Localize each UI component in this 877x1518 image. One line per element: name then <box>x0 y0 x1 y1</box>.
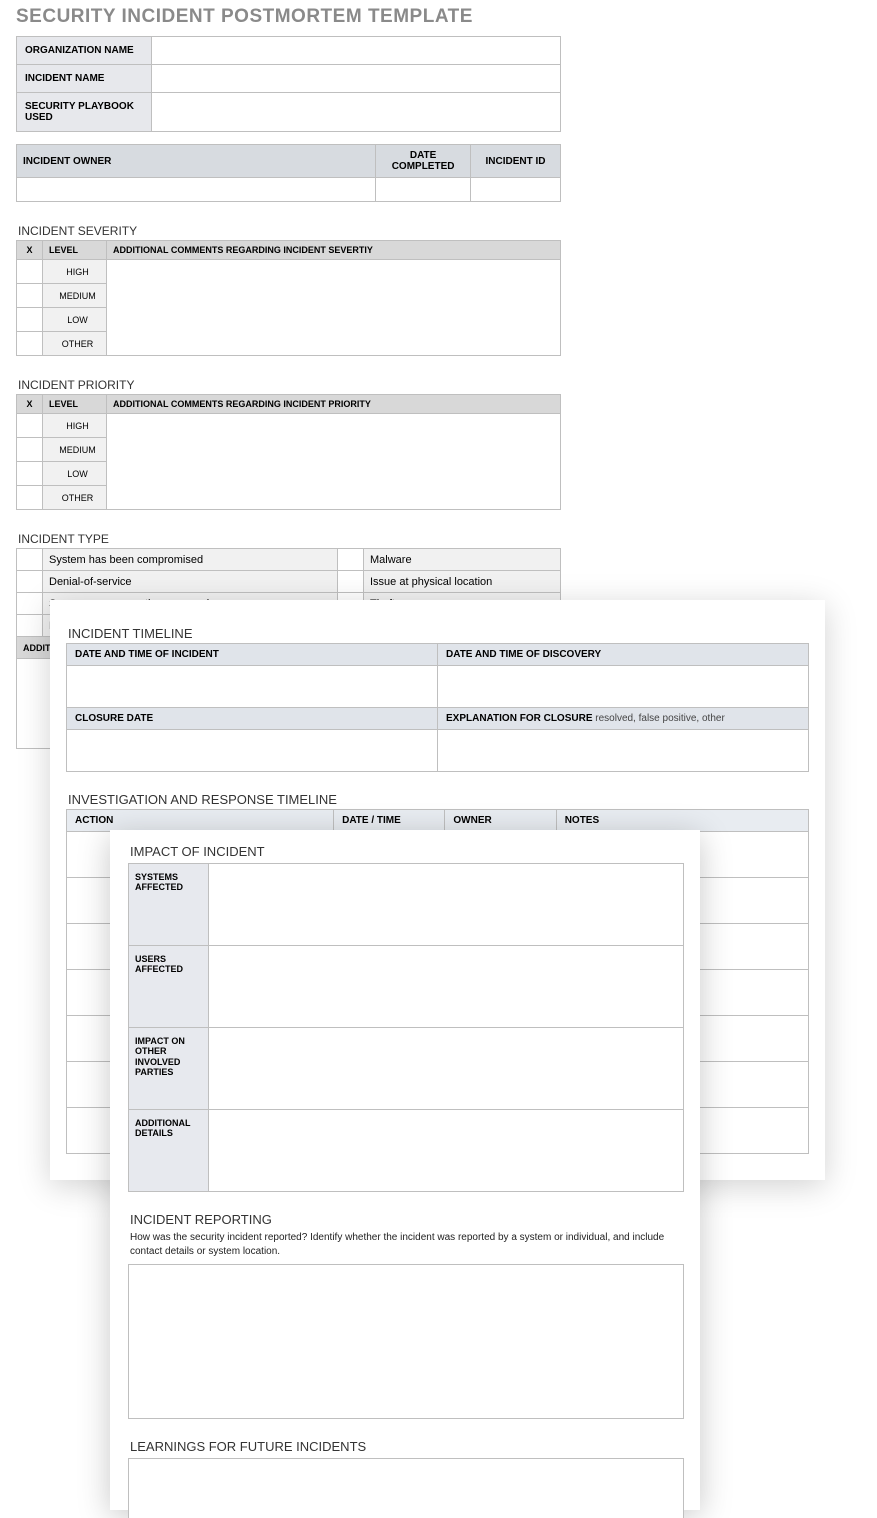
pri-col-comments: ADDITIONAL COMMENTS REGARDING INCIDENT P… <box>107 395 561 414</box>
sev-col-level: LEVEL <box>43 241 107 260</box>
sev-level-label: LOW <box>43 308 107 332</box>
severity-table: X LEVEL ADDITIONAL COMMENTS REGARDING IN… <box>16 240 561 356</box>
timeline-explanation-label: EXPLANATION FOR CLOSURE <box>446 713 592 724</box>
impact-parties-field[interactable] <box>209 1028 684 1110</box>
org-name-field[interactable] <box>152 37 561 65</box>
impact-users-field[interactable] <box>209 946 684 1028</box>
sev-col-x: X <box>17 241 43 260</box>
playbook-label: SECURITY PLAYBOOK USED <box>17 93 152 132</box>
type-check[interactable] <box>17 549 43 571</box>
impact-systems-label: SYSTEMS AFFECTED <box>129 864 209 946</box>
impact-systems-field[interactable] <box>209 864 684 946</box>
sev-col-comments: ADDITIONAL COMMENTS REGARDING INCIDENT S… <box>107 241 561 260</box>
sev-comments-field[interactable] <box>107 260 561 356</box>
sev-x-other[interactable] <box>17 332 43 356</box>
reporting-section-label: INCIDENT REPORTING <box>130 1212 684 1227</box>
timeline-dt-incident-field[interactable] <box>67 666 438 708</box>
impact-users-label: USERS AFFECTED <box>129 946 209 1028</box>
incident-id-header: INCIDENT ID <box>471 145 561 178</box>
pri-col-level: LEVEL <box>43 395 107 414</box>
date-completed-field[interactable] <box>376 178 471 202</box>
invest-col-dt: DATE / TIME <box>334 810 445 832</box>
sev-level-label: MEDIUM <box>43 284 107 308</box>
learnings-section-label: LEARNINGS FOR FUTURE INCIDENTS <box>130 1439 684 1454</box>
timeline-explanation-field[interactable] <box>438 730 809 772</box>
incident-name-field[interactable] <box>152 65 561 93</box>
incident-id-field[interactable] <box>471 178 561 202</box>
priority-section-label: INCIDENT PRIORITY <box>18 378 561 392</box>
timeline-closure-field[interactable] <box>67 730 438 772</box>
pri-x-other[interactable] <box>17 486 43 510</box>
type-label: Malware <box>364 549 561 571</box>
impact-details-label: ADDITIONAL DETAILS <box>129 1110 209 1192</box>
sev-x-low[interactable] <box>17 308 43 332</box>
type-check[interactable] <box>338 549 364 571</box>
sev-x-high[interactable] <box>17 260 43 284</box>
impact-section-label: IMPACT OF INCIDENT <box>130 844 684 859</box>
sev-level-label: HIGH <box>43 260 107 284</box>
owner-header: INCIDENT OWNER <box>17 145 376 178</box>
sev-level-label: OTHER <box>43 332 107 356</box>
timeline-dt-discovery-header: DATE AND TIME OF DISCOVERY <box>438 644 809 666</box>
invest-col-owner: OWNER <box>445 810 556 832</box>
page-3: IMPACT OF INCIDENT SYSTEMS AFFECTED USER… <box>110 830 700 1510</box>
timeline-table: DATE AND TIME OF INCIDENT DATE AND TIME … <box>66 643 809 772</box>
type-check[interactable] <box>17 571 43 593</box>
org-name-label: ORGANIZATION NAME <box>17 37 152 65</box>
pri-level-label: MEDIUM <box>43 438 107 462</box>
reporting-description: How was the security incident reported? … <box>130 1231 684 1258</box>
incident-name-label: INCIDENT NAME <box>17 65 152 93</box>
timeline-explanation-hint: resolved, false positive, other <box>592 713 724 724</box>
severity-section-label: INCIDENT SEVERITY <box>18 224 561 238</box>
meta-table: INCIDENT OWNER DATE COMPLETED INCIDENT I… <box>16 144 561 202</box>
type-check[interactable] <box>17 615 43 637</box>
pri-col-x: X <box>17 395 43 414</box>
pri-level-label: OTHER <box>43 486 107 510</box>
timeline-dt-discovery-field[interactable] <box>438 666 809 708</box>
timeline-section-label: INCIDENT TIMELINE <box>68 626 809 641</box>
impact-table: SYSTEMS AFFECTED USERS AFFECTED IMPACT O… <box>128 863 684 1192</box>
date-completed-header: DATE COMPLETED <box>376 145 471 178</box>
pri-level-label: LOW <box>43 462 107 486</box>
timeline-explanation-header: EXPLANATION FOR CLOSURE resolved, false … <box>438 708 809 730</box>
pri-comments-field[interactable] <box>107 414 561 510</box>
pri-x-high[interactable] <box>17 414 43 438</box>
impact-parties-label: IMPACT ON OTHER INVOLVED PARTIES <box>129 1028 209 1110</box>
pri-level-label: HIGH <box>43 414 107 438</box>
type-label: Issue at physical location <box>364 571 561 593</box>
reporting-field[interactable] <box>128 1264 684 1419</box>
type-section-label: INCIDENT TYPE <box>18 532 561 546</box>
type-label: Denial-of-service <box>43 571 338 593</box>
timeline-dt-incident-header: DATE AND TIME OF INCIDENT <box>67 644 438 666</box>
sev-x-medium[interactable] <box>17 284 43 308</box>
header-table: ORGANIZATION NAME INCIDENT NAME SECURITY… <box>16 36 561 132</box>
invest-col-action: ACTION <box>67 810 334 832</box>
pri-x-low[interactable] <box>17 462 43 486</box>
type-check[interactable] <box>17 593 43 615</box>
priority-table: X LEVEL ADDITIONAL COMMENTS REGARDING IN… <box>16 394 561 510</box>
impact-details-field[interactable] <box>209 1110 684 1192</box>
doc-title: SECURITY INCIDENT POSTMORTEM TEMPLATE <box>16 6 561 28</box>
playbook-field[interactable] <box>152 93 561 132</box>
investigation-section-label: INVESTIGATION AND RESPONSE TIMELINE <box>68 792 809 807</box>
type-label: System has been compromised <box>43 549 338 571</box>
type-check[interactable] <box>338 571 364 593</box>
timeline-closure-header: CLOSURE DATE <box>67 708 438 730</box>
owner-field[interactable] <box>17 178 376 202</box>
learnings-field[interactable] <box>128 1458 684 1518</box>
pri-x-medium[interactable] <box>17 438 43 462</box>
invest-col-notes: NOTES <box>556 810 808 832</box>
